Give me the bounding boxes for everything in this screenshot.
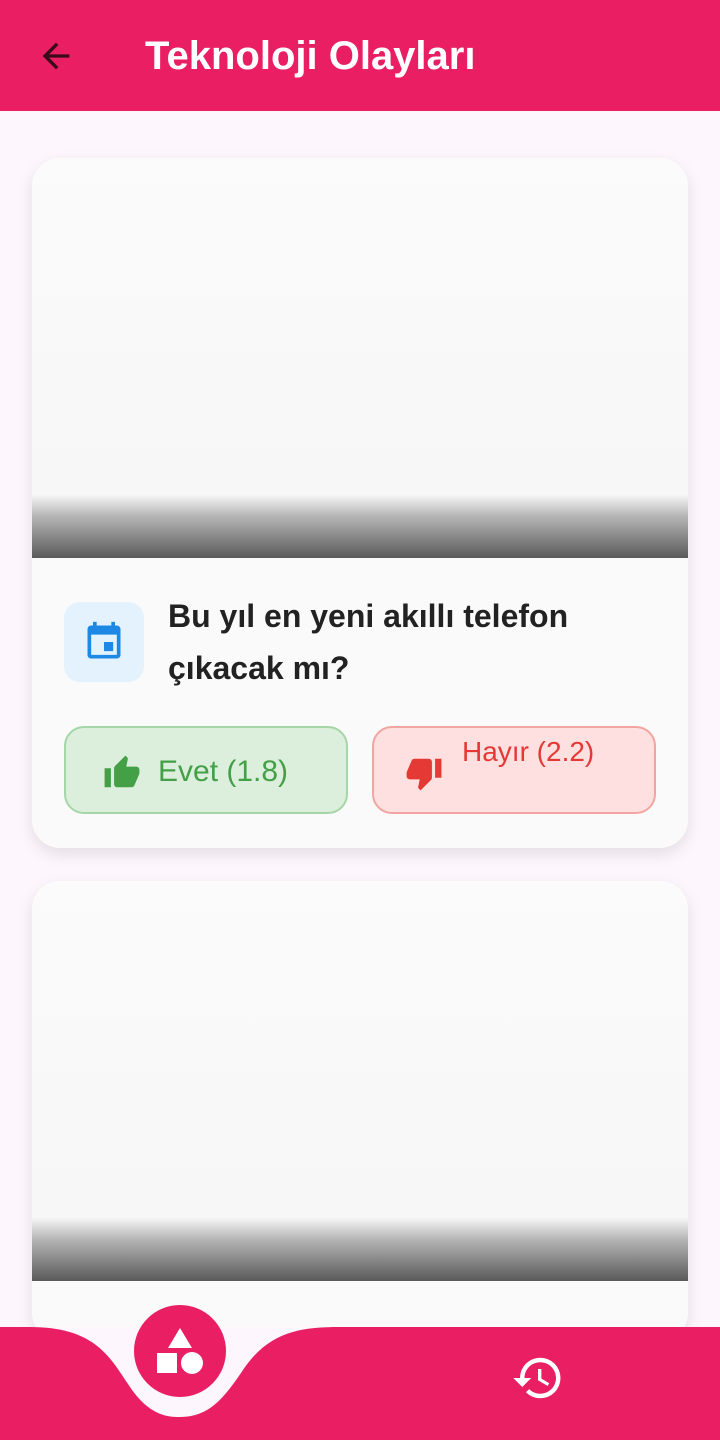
event-icon-box [64,602,144,682]
vote-no-button[interactable]: Hayır (2.2) [372,726,656,814]
arrow-back-icon [42,42,70,70]
categories-tab-button[interactable] [134,1305,226,1397]
event-question: Bu yıl en yeni akıllı telefon çıkacak mı… [168,598,569,686]
vote-yes-label: Evet (1.8) [158,755,289,788]
categories-icon [157,1328,203,1374]
history-tab-button[interactable] [506,1350,570,1406]
event-card[interactable]: Bu yıl en yeni akıllı telefon çıkacak mı… [32,158,688,848]
back-button[interactable] [28,28,84,84]
thumb-up-icon [104,755,140,788]
event-image [32,158,688,558]
vote-no-label: Hayır (2.2) [462,736,595,767]
event-image [32,881,688,1281]
calendar-icon [87,621,121,659]
event-list[interactable]: Bu yıl en yeni akıllı telefon çıkacak mı… [0,111,720,1327]
thumb-down-icon [406,758,442,791]
app-bar: Teknoloji Olayları [0,0,720,111]
page-title: Teknoloji Olayları [145,34,476,78]
bottom-navigation-bar [0,1327,720,1440]
vote-yes-button[interactable]: Evet (1.8) [64,726,348,814]
history-icon [513,1357,561,1399]
event-card[interactable] [32,881,688,1327]
